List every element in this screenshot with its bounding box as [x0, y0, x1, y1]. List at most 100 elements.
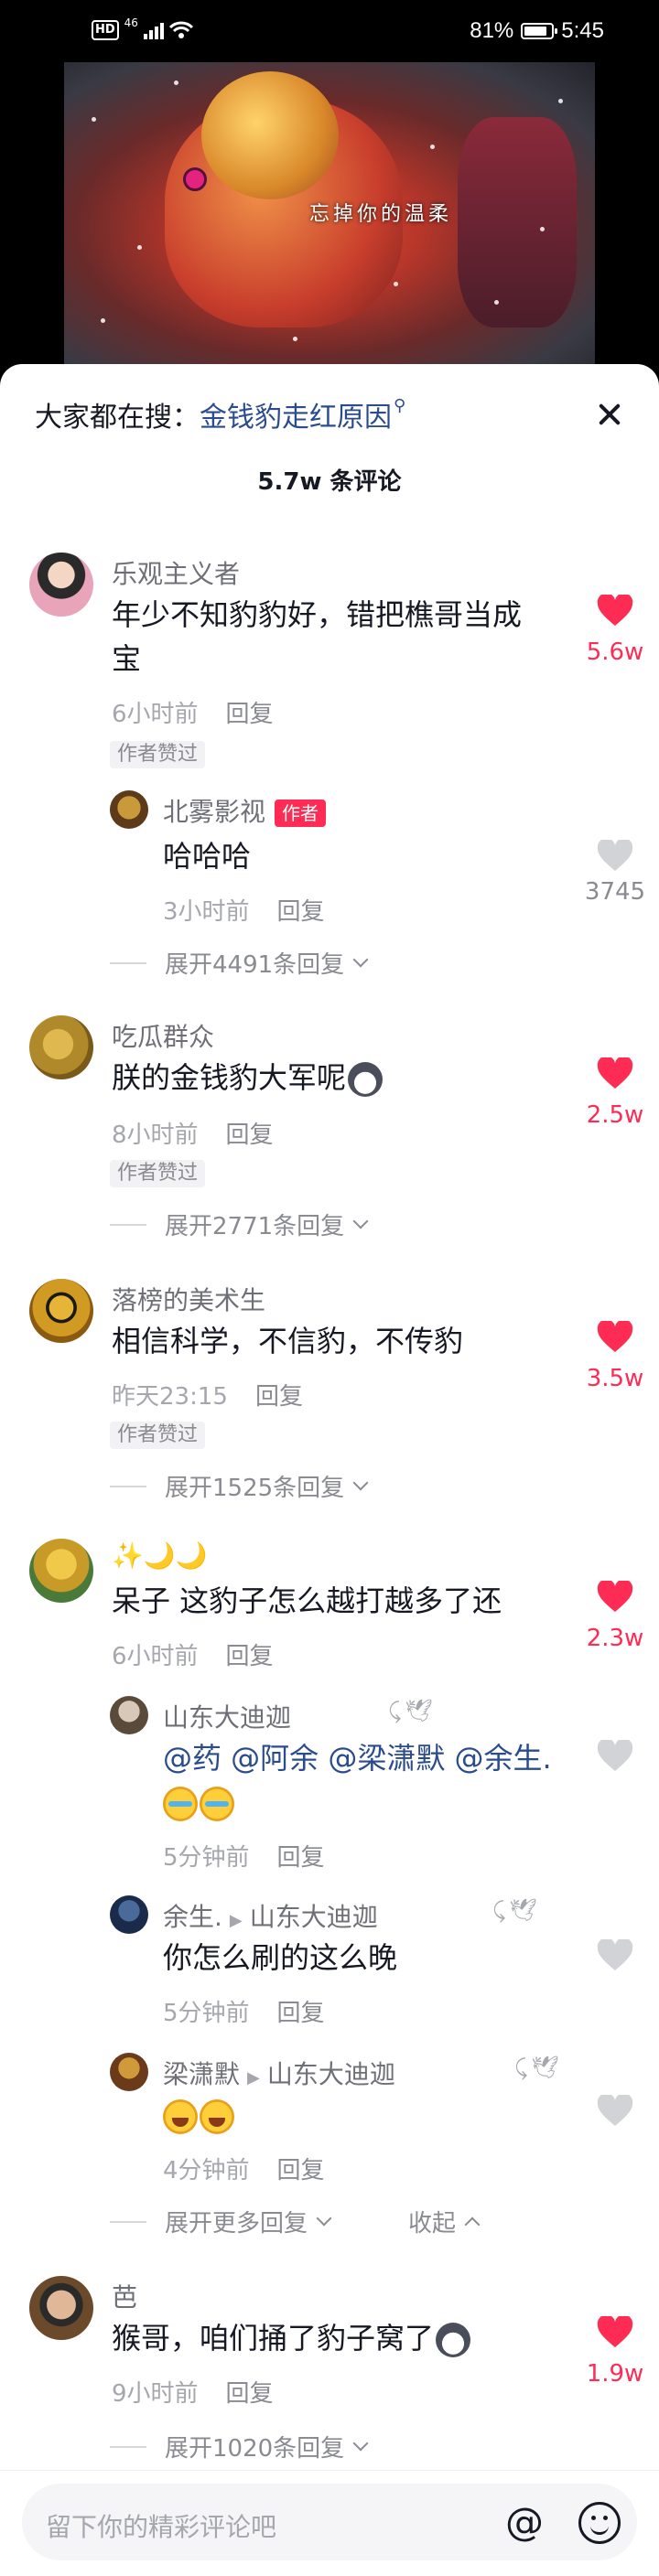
like-count: 2.3w: [586, 1625, 644, 1652]
expand-replies-button[interactable]: 展开1020条回复: [110, 2430, 369, 2463]
expand-replies-button[interactable]: 展开1525条回复: [110, 1469, 369, 1503]
avatar[interactable]: [29, 1015, 93, 1079]
sticker-icon: ⤹🕊: [388, 1698, 437, 1723]
heart-icon[interactable]: [597, 2095, 633, 2128]
like-count: 3.5w: [586, 1365, 644, 1392]
heart-icon[interactable]: [597, 1581, 633, 1614]
divider: [110, 2220, 146, 2223]
status-bar: HD 46 81% 5:45: [0, 0, 659, 62]
snowflake: [494, 300, 499, 305]
crying-emoji-icon: [163, 1787, 198, 1821]
search-label: 大家都在搜：: [35, 402, 200, 434]
reply-button[interactable]: 回复: [255, 1383, 303, 1411]
video-area[interactable]: 忘掉你的温柔: [0, 62, 659, 364]
reply-meta: 5分钟前 回复: [163, 1994, 325, 2028]
heart-icon[interactable]: [597, 595, 633, 628]
snowflake: [430, 145, 435, 149]
cat-emoji-icon: [348, 1062, 384, 1097]
expand-label: 展开更多回复: [165, 2210, 308, 2238]
comment-username[interactable]: 芭: [112, 2278, 137, 2314]
close-icon[interactable]: [591, 397, 628, 434]
expand-more-replies-button[interactable]: 展开更多回复: [110, 2205, 332, 2238]
avatar[interactable]: [29, 1279, 93, 1343]
clock: 5:45: [561, 18, 604, 43]
comment-input-bar: 留下你的精彩评论吧 @: [0, 2470, 659, 2576]
reply-to-username[interactable]: 山东大迪迦: [250, 1902, 378, 1932]
like-count: 5.6w: [586, 639, 644, 666]
comment-text-line: 年少不知豹豹好，错把樵哥当成: [112, 597, 523, 632]
snowflake: [293, 337, 297, 341]
heart-icon[interactable]: [597, 1939, 633, 1972]
reply-button[interactable]: 回复: [226, 2380, 274, 2408]
comment-time: 9小时前: [112, 2380, 199, 2408]
avatar[interactable]: [110, 790, 148, 829]
heart-icon[interactable]: [597, 1740, 633, 1773]
search-icon[interactable]: ⚲: [394, 396, 405, 415]
collapse-replies-button[interactable]: 收起: [408, 2205, 481, 2238]
reply-to-username[interactable]: 山东大迪迦: [267, 2059, 395, 2089]
reply-button[interactable]: 回复: [277, 2157, 325, 2184]
comment-text: 猴哥，咱们捅了豹子窝了: [112, 2321, 435, 2356]
expand-replies-button[interactable]: 展开2771条回复: [110, 1208, 369, 1241]
expand-label: 展开4491条回复: [165, 951, 345, 979]
expand-label: 展开2771条回复: [165, 1213, 345, 1240]
status-right: 81% 5:45: [470, 18, 604, 44]
chevron-down-icon: [352, 1213, 369, 1229]
avatar[interactable]: [110, 1895, 148, 1934]
comment-username[interactable]: ✨🌙🌙: [112, 1540, 208, 1571]
reply-username[interactable]: 山东大迪迦: [163, 1698, 291, 1734]
mention-link[interactable]: @药 @阿余 @梁潇默 @余生.: [163, 1741, 552, 1776]
reply-time: 5分钟前: [163, 2000, 250, 2027]
expand-replies-button[interactable]: 展开4491条回复: [110, 946, 369, 980]
reply-text: @药 @阿余 @梁潇默 @余生.: [163, 1736, 552, 1780]
avatar[interactable]: [29, 2276, 93, 2340]
network-type: 46: [124, 16, 138, 29]
reply-username-row: 余生. ▶ 山东大迪迦: [163, 1897, 378, 1934]
chevron-down-icon: [316, 2210, 332, 2226]
reply-username[interactable]: 余生.: [163, 1902, 222, 1932]
chevron-down-icon: [352, 1475, 369, 1490]
avatar[interactable]: [29, 553, 93, 617]
comment-text-row: 朕的金钱豹大军呢: [112, 1056, 384, 1100]
sticker-icon: ⤹🕊: [514, 2055, 563, 2080]
battery-icon: [521, 23, 558, 39]
comment-text-line: 宝: [112, 641, 142, 676]
reply-button[interactable]: 回复: [277, 898, 325, 926]
reply-button[interactable]: 回复: [226, 701, 274, 728]
like-count: 3745: [584, 878, 646, 906]
reply-username[interactable]: 梁潇默: [163, 2059, 240, 2089]
laughing-emoji-icon: [163, 2099, 198, 2134]
reply-arrow-icon: ▶: [247, 2068, 260, 2088]
avatar[interactable]: [29, 1539, 93, 1603]
reply-button[interactable]: 回复: [277, 1844, 325, 1872]
comment-input-placeholder[interactable]: 留下你的精彩评论吧: [46, 2507, 276, 2544]
reply-text: 哈哈哈: [163, 839, 252, 874]
reply-button[interactable]: 回复: [277, 2000, 325, 2027]
at-icon[interactable]: @: [505, 2498, 544, 2546]
avatar[interactable]: [110, 1696, 148, 1734]
video-frame[interactable]: 忘掉你的温柔: [64, 62, 595, 364]
heart-icon[interactable]: [597, 2316, 633, 2349]
expand-label: 展开1020条回复: [165, 2435, 345, 2463]
reply-text: 你怎么刷的这么晚: [163, 1940, 398, 1975]
emoji-icon[interactable]: [578, 2502, 621, 2544]
heart-icon[interactable]: [597, 1321, 633, 1354]
reply-button[interactable]: 回复: [226, 1122, 274, 1149]
reply-username[interactable]: 北雾影视: [163, 797, 265, 827]
reply-button[interactable]: 回复: [226, 1643, 274, 1670]
comment-username[interactable]: 乐观主义者: [112, 554, 240, 591]
comment-username[interactable]: 吃瓜群众: [112, 1017, 214, 1054]
snowflake: [101, 318, 105, 323]
search-term-link[interactable]: 金钱豹走红原因: [200, 394, 392, 435]
heart-icon[interactable]: [597, 840, 633, 873]
comment-meta: 6小时前 回复: [112, 1637, 274, 1671]
divider: [110, 2445, 146, 2448]
video-figure-right: [458, 117, 577, 327]
heart-icon[interactable]: [597, 1057, 633, 1090]
comment-meta: 8小时前 回复: [112, 1116, 274, 1150]
avatar[interactable]: [110, 2053, 148, 2091]
divider: [110, 1485, 146, 1487]
reply-meta: 3小时前 回复: [163, 893, 325, 927]
search-suggestion[interactable]: 大家都在搜： 金钱豹走红原因 ⚲: [35, 392, 405, 437]
comment-username[interactable]: 落榜的美术生: [112, 1281, 265, 1317]
